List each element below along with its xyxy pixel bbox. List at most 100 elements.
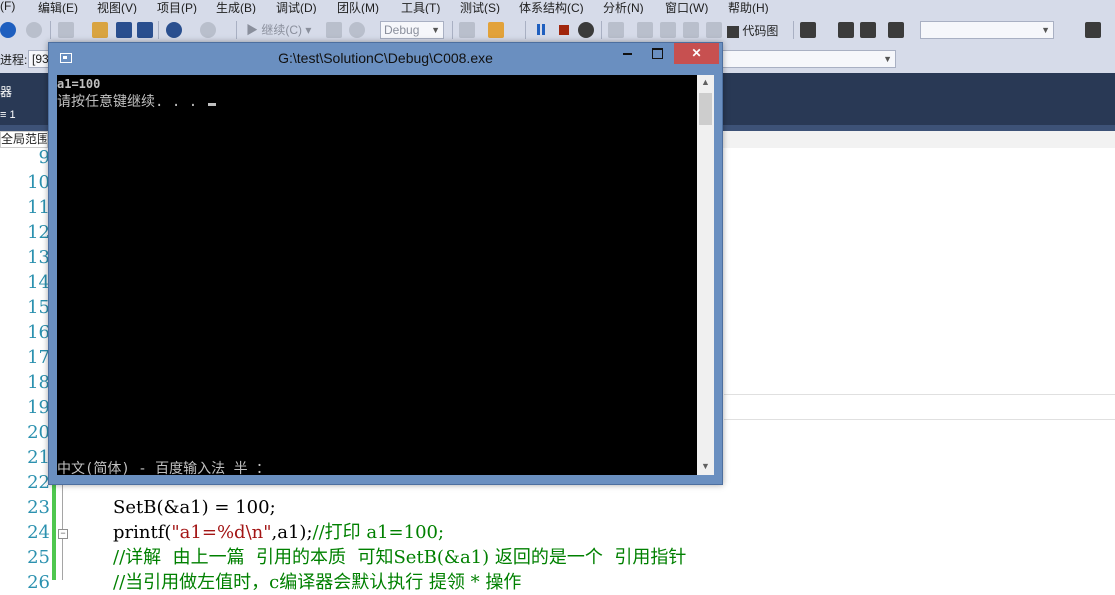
line-number: 13 — [27, 247, 50, 268]
code-line: SetB(&a1) = 100; — [113, 495, 276, 520]
current-line-highlight — [724, 394, 1115, 420]
menu-file[interactable]: (F) — [0, 0, 15, 13]
find-icon[interactable] — [459, 22, 475, 38]
line-number: 20 — [27, 422, 50, 443]
restart-icon[interactable] — [578, 22, 594, 38]
line-number: 12 — [27, 222, 50, 243]
console-output[interactable]: a1=100 请按任意键继续. . . 中文(简体) - 百度输入法 半 ： — [57, 75, 697, 477]
scroll-thumb[interactable] — [699, 93, 712, 125]
maximize-button[interactable] — [644, 43, 671, 64]
panel-tab[interactable]: ≡ 1 — [0, 109, 16, 121]
code-line: printf("a1=%d\n",a1);//打印 a1=100; — [113, 520, 444, 545]
format-icon[interactable] — [888, 22, 904, 38]
ime-status: 中文(简体) - 百度输入法 半 ： — [57, 461, 271, 477]
chevron-down-icon: ▼ — [1041, 25, 1050, 35]
toolbar-separator — [601, 21, 602, 39]
undo-icon[interactable] — [166, 22, 182, 38]
console-scrollbar[interactable]: ▲ ▼ — [697, 75, 714, 475]
process-label: 进程: — [0, 53, 28, 67]
toolbar-separator — [525, 21, 526, 39]
forward-icon[interactable] — [26, 22, 42, 38]
line-number: 18 — [27, 372, 50, 393]
redo-icon[interactable] — [200, 22, 216, 38]
close-icon: ✕ — [691, 46, 702, 60]
line-number: 14 — [27, 272, 50, 293]
new-project-icon[interactable] — [58, 22, 74, 38]
output-line: a1=100 — [57, 77, 101, 91]
back-icon[interactable] — [0, 22, 16, 38]
console-title-bar[interactable]: G:\test\SolutionC\Debug\C008.exe ✕ — [49, 43, 722, 74]
process-value: [93 — [32, 52, 49, 66]
code-map-small-icon[interactable] — [706, 22, 722, 38]
open-file-icon[interactable] — [92, 22, 108, 38]
string-literal: "a1=%d\n" — [171, 522, 272, 543]
show-next-statement-icon[interactable] — [608, 22, 624, 38]
attach-icon[interactable] — [326, 22, 342, 38]
toolbar-separator — [793, 21, 794, 39]
pause-icon[interactable] — [537, 24, 540, 35]
continue-button[interactable]: ▶ 继续(C) ▾ — [246, 21, 311, 38]
hex-display-icon[interactable] — [800, 22, 816, 38]
panel-title: 器 — [0, 85, 13, 99]
minimize-icon — [623, 52, 632, 55]
minimize-button[interactable] — [614, 43, 641, 64]
line-number: 26 — [27, 572, 50, 593]
save-icon[interactable] — [116, 22, 132, 38]
continue-label: 继续(C) — [261, 23, 303, 37]
line-number: 9 — [38, 147, 50, 168]
step-into-icon[interactable] — [637, 22, 653, 38]
code-text: SetB(&a1) = 100; — [113, 497, 276, 518]
pause-icon[interactable] — [542, 24, 545, 35]
scope-value: 全局范围 — [1, 132, 48, 146]
config-select[interactable]: Debug ▼ — [380, 21, 444, 39]
text-cursor — [207, 103, 216, 106]
chevron-down-icon: ▼ — [431, 25, 440, 35]
breakpoint-toggle-icon[interactable] — [838, 22, 854, 38]
save-all-icon[interactable] — [137, 22, 153, 38]
toolbar-search-select[interactable]: ▼ — [920, 21, 1054, 39]
toolbar-extra-icon[interactable] — [1085, 22, 1101, 38]
toolbar-separator — [236, 21, 237, 39]
toolbar-separator — [452, 21, 453, 39]
line-number: 22 — [27, 472, 50, 493]
line-number: 19 — [27, 397, 50, 418]
line-number: 23 — [27, 497, 50, 518]
line-number: 17 — [27, 347, 50, 368]
menu-bar: (F) 编辑(E) 视图(V) 项目(P) 生成(B) 调试(D) 团队(M) … — [0, 0, 1115, 15]
indent-icon[interactable] — [860, 22, 876, 38]
line-number: 21 — [27, 447, 50, 468]
code-line: //当引用做左值时，c编译器会默认执行 提领 * 操作 — [113, 570, 521, 595]
code-line: //详解 由上一篇 引用的本质 可知SetB(&a1) 返回的是一个 引用指针 — [113, 545, 686, 570]
stop-icon[interactable] — [559, 25, 569, 35]
line-number: 25 — [27, 547, 50, 568]
step-out-icon[interactable] — [683, 22, 699, 38]
scroll-up-icon[interactable]: ▲ — [697, 77, 714, 87]
scroll-down-icon[interactable]: ▼ — [697, 461, 714, 471]
line-number: 15 — [27, 297, 50, 318]
close-button[interactable]: ✕ — [674, 43, 719, 64]
toolbar-separator — [50, 21, 51, 39]
output-line: 请按任意键继续. . . — [57, 91, 216, 111]
toolbar-separator — [158, 21, 159, 39]
code-map-icon — [727, 25, 739, 38]
code-comment: //当引用做左值时，c编译器会默认执行 提领 * 操作 — [113, 572, 522, 593]
code-text: ,a1); — [271, 522, 313, 543]
chevron-down-icon: ▼ — [883, 54, 892, 64]
stack-frame-select[interactable]: ▼ — [722, 50, 896, 68]
config-value: Debug — [384, 23, 420, 37]
line-number: 10 — [27, 172, 50, 193]
code-map-label: 代码图 — [742, 24, 779, 38]
refresh-icon[interactable] — [349, 22, 365, 38]
line-number: 11 — [27, 197, 50, 218]
step-over-icon[interactable] — [660, 22, 676, 38]
output-text: 请按任意键继续. . . — [57, 94, 206, 110]
maximize-icon — [652, 48, 663, 60]
code-map-button[interactable]: 代码图 — [727, 22, 778, 39]
console-window[interactable]: G:\test\SolutionC\Debug\C008.exe ✕ a1=10… — [48, 42, 723, 485]
code-comment: //打印 a1=100; — [312, 522, 445, 543]
line-number: 16 — [27, 322, 50, 343]
solution-explorer-icon[interactable] — [488, 22, 504, 38]
line-number: 24 — [27, 522, 50, 543]
collapse-icon[interactable]: − — [58, 529, 68, 539]
code-text: printf( — [113, 522, 172, 543]
